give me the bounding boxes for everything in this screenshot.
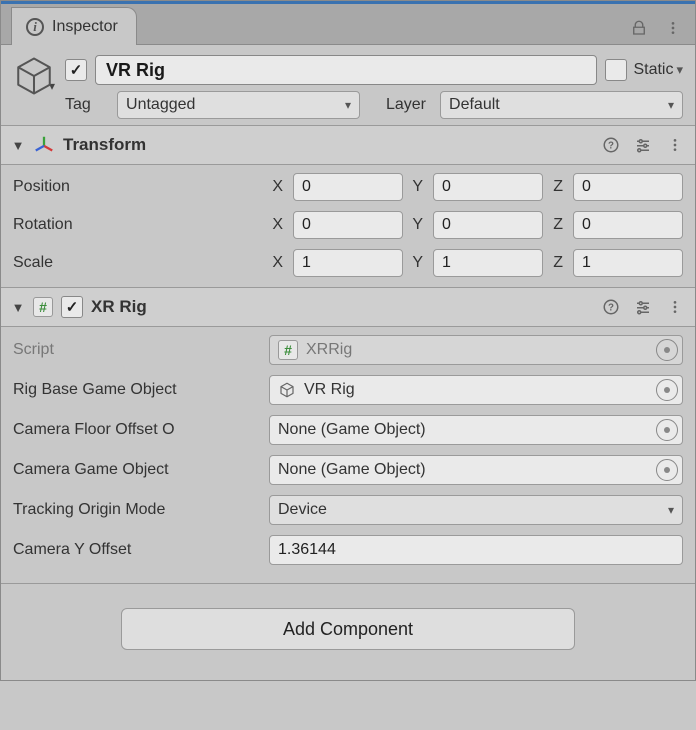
tag-value: Untagged: [126, 96, 195, 114]
rig-base-label: Rig Base Game Object: [13, 381, 263, 399]
xrrig-title: XR Rig: [91, 297, 147, 317]
kebab-menu-icon[interactable]: [665, 135, 685, 155]
script-icon: #: [33, 297, 53, 317]
object-picker-icon[interactable]: [656, 459, 678, 481]
object-picker-icon[interactable]: [656, 419, 678, 441]
position-x-input[interactable]: 0: [293, 173, 403, 201]
axis-z-label: Z: [549, 178, 567, 196]
rig-base-value: VR Rig: [304, 381, 355, 399]
tab-title: Inspector: [52, 18, 118, 36]
xrrig-enable-checkbox[interactable]: [61, 296, 83, 318]
transform-component-header[interactable]: ▼ Transform ?: [1, 125, 695, 165]
object-picker-icon[interactable]: [656, 379, 678, 401]
layer-label: Layer: [370, 96, 430, 114]
camera-obj-label: Camera Game Object: [13, 461, 263, 479]
layer-dropdown[interactable]: Default: [440, 91, 683, 119]
info-icon: i: [26, 18, 44, 36]
cam-y-offset-input[interactable]: 1.36144: [269, 535, 683, 565]
help-icon[interactable]: ?: [601, 135, 621, 155]
layer-value: Default: [449, 96, 500, 114]
gameobject-icon[interactable]: [13, 55, 55, 97]
foldout-arrow-icon[interactable]: ▼: [11, 138, 25, 153]
static-checkbox[interactable]: [605, 59, 627, 81]
lock-icon[interactable]: [629, 18, 649, 38]
gameobject-header: ▾ VR Rig Static Tag Untagged Layer: [1, 45, 695, 125]
object-picker-icon[interactable]: [656, 339, 678, 361]
preset-icon[interactable]: [633, 297, 653, 317]
help-icon[interactable]: ?: [601, 297, 621, 317]
xrrig-body: Script # XRRig Rig Base Game Object: [1, 327, 695, 575]
position-z-input[interactable]: 0: [573, 173, 683, 201]
position-label: Position: [13, 178, 263, 196]
kebab-menu-icon[interactable]: [663, 18, 683, 38]
script-label: Script: [13, 341, 263, 359]
cam-y-offset-label: Camera Y Offset: [13, 541, 263, 559]
scale-x-input[interactable]: 1: [293, 249, 403, 277]
tracking-mode-label: Tracking Origin Mode: [13, 501, 263, 519]
scale-label: Scale: [13, 254, 263, 272]
floor-offset-value: None (Game Object): [278, 421, 426, 439]
foldout-arrow-icon[interactable]: ▼: [11, 300, 25, 315]
gameobject-icon: [278, 381, 296, 399]
floor-offset-label: Camera Floor Offset O: [13, 421, 263, 439]
rotation-x-input[interactable]: 0: [293, 211, 403, 239]
position-y-input[interactable]: 0: [433, 173, 543, 201]
tracking-mode-value: Device: [278, 501, 327, 519]
transform-body: Position X0 Y0 Z0 Rotation X0 Y0 Z0 Scal…: [1, 165, 695, 287]
gameobject-enable-checkbox[interactable]: [65, 59, 87, 81]
tag-dropdown[interactable]: Untagged: [117, 91, 360, 119]
preset-icon[interactable]: [633, 135, 653, 155]
kebab-menu-icon[interactable]: [665, 297, 685, 317]
axis-x-label: X: [269, 178, 287, 196]
axis-y-label: Y: [409, 178, 427, 196]
inspector-tab[interactable]: i Inspector: [11, 7, 137, 45]
tracking-mode-dropdown[interactable]: Device: [269, 495, 683, 525]
add-component-area: Add Component: [1, 583, 695, 680]
tag-label: Tag: [65, 96, 107, 114]
floor-offset-field[interactable]: None (Game Object): [269, 415, 683, 445]
gameobject-name-input[interactable]: VR Rig: [95, 55, 597, 85]
camera-obj-value: None (Game Object): [278, 461, 426, 479]
rotation-y-input[interactable]: 0: [433, 211, 543, 239]
rotation-label: Rotation: [13, 216, 263, 234]
script-icon: #: [278, 340, 298, 360]
svg-text:?: ?: [608, 140, 614, 151]
transform-icon: [33, 134, 55, 156]
rotation-z-input[interactable]: 0: [573, 211, 683, 239]
add-component-button[interactable]: Add Component: [121, 608, 575, 650]
xrrig-component-header[interactable]: ▼ # XR Rig ?: [1, 287, 695, 327]
rig-base-field[interactable]: VR Rig: [269, 375, 683, 405]
svg-text:?: ?: [608, 302, 614, 313]
scale-y-input[interactable]: 1: [433, 249, 543, 277]
camera-obj-field[interactable]: None (Game Object): [269, 455, 683, 485]
transform-title: Transform: [63, 135, 146, 155]
static-dropdown[interactable]: Static: [633, 61, 683, 79]
tab-strip: i Inspector: [1, 1, 695, 45]
script-field: # XRRig: [269, 335, 683, 365]
scale-z-input[interactable]: 1: [573, 249, 683, 277]
script-value: XRRig: [306, 341, 352, 359]
